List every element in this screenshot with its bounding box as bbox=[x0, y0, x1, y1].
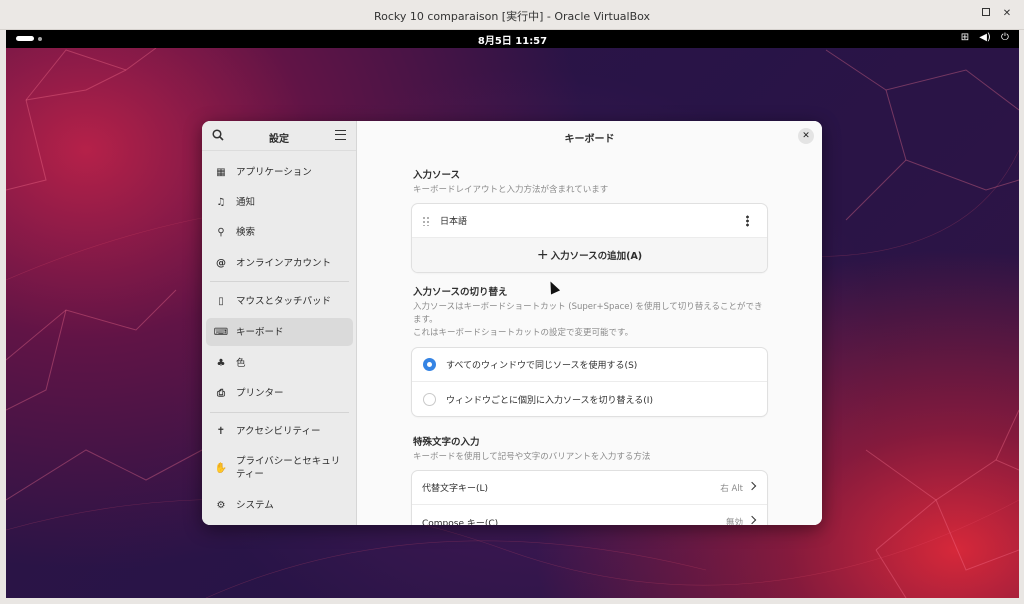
compose-key-row[interactable]: Compose キー(C) 無効 bbox=[412, 505, 767, 525]
switching-desc-2: これはキーボードショートカットの設定で変更可能です。 bbox=[413, 328, 634, 338]
sidebar-item-label: オンラインアカウント bbox=[236, 257, 332, 269]
more-options-icon[interactable] bbox=[746, 215, 749, 227]
sidebar-item-system[interactable]: ⚙ システム bbox=[206, 491, 353, 519]
radio-label: ウィンドウごとに個別に入力ソースを切り替える(I) bbox=[446, 395, 653, 406]
input-sources-desc: キーボードレイアウトと入力方法が含まれています bbox=[413, 185, 609, 195]
special-chars-title: 特殊文字の入力 bbox=[413, 437, 480, 448]
sidebar-item-search[interactable]: ⚲ 検索 bbox=[206, 218, 353, 246]
network-icon: ⊞ bbox=[960, 32, 970, 43]
sidebar-item-label: 色 bbox=[236, 357, 246, 369]
sidebar-item-label: マウスとタッチパッド bbox=[236, 295, 332, 307]
apps-grid-icon: ▦ bbox=[216, 166, 226, 178]
sidebar-item-label: プライバシーとセキュリティー bbox=[236, 456, 341, 480]
switching-title: 入力ソースの切り替え bbox=[413, 287, 508, 298]
search-icon: ⚲ bbox=[217, 226, 225, 238]
plus-icon: + bbox=[536, 247, 549, 263]
sidebar-item-printers[interactable]: ⎙ プリンター bbox=[206, 379, 353, 407]
guest-screen: 8月5日 11:57 ⊞ ◀) ⏻ 設定 ▦ アプリケーション ♫ 通知 ⚲ 検… bbox=[6, 30, 1019, 598]
sidebar-item-privacy[interactable]: ✋ プライバシーとセキュリティー bbox=[206, 451, 353, 485]
sidebar-item-label: システム bbox=[236, 499, 274, 511]
row-label: Compose キー(C) bbox=[422, 518, 499, 526]
settings-window: 設定 ▦ アプリケーション ♫ 通知 ⚲ 検索 @ オンラインアカウント ▯ マ… bbox=[202, 121, 822, 525]
maximize-button[interactable] bbox=[979, 7, 993, 21]
input-sources-list: 日本語 + 入力ソースの追加(A) bbox=[412, 204, 767, 272]
switching-options: すべてのウィンドウで同じソースを使用する(S) ウィンドウごとに個別に入力ソース… bbox=[412, 348, 767, 416]
mouse-icon: ▯ bbox=[218, 295, 224, 307]
color-icon: ♣ bbox=[216, 357, 226, 369]
sidebar-item-notifications[interactable]: ♫ 通知 bbox=[206, 188, 353, 216]
close-window-button[interactable]: ✕ bbox=[1000, 7, 1014, 21]
sidebar-item-color[interactable]: ♣ 色 bbox=[206, 349, 353, 377]
vbox-window-title: Rocky 10 comparaison [実行中] - Oracle Virt… bbox=[373, 10, 651, 23]
sidebar-item-accessibility[interactable]: ✝ アクセシビリティー bbox=[206, 417, 353, 445]
radio-button-selected[interactable] bbox=[423, 358, 436, 371]
chevron-right-icon bbox=[747, 515, 757, 525]
add-input-source-button[interactable]: + 入力ソースの追加(A) bbox=[412, 238, 767, 272]
alternate-chars-key-row[interactable]: 代替文字キー(L) 右 Alt bbox=[412, 471, 767, 505]
clock[interactable]: 8月5日 11:57 bbox=[6, 32, 1019, 47]
main-header: キーボード ✕ bbox=[357, 121, 822, 151]
at-icon: @ bbox=[216, 257, 226, 269]
radio-button[interactable] bbox=[423, 392, 436, 406]
chevron-right-icon bbox=[747, 481, 757, 491]
vbox-titlebar: Rocky 10 comparaison [実行中] - Oracle Virt… bbox=[0, 0, 1024, 30]
sidebar-item-keyboard[interactable]: ⌨ キーボード bbox=[206, 318, 353, 346]
close-button[interactable]: ✕ bbox=[798, 128, 814, 144]
volume-icon: ◀) bbox=[979, 32, 991, 43]
settings-sidebar: 設定 ▦ アプリケーション ♫ 通知 ⚲ 検索 @ オンラインアカウント ▯ マ… bbox=[202, 121, 357, 525]
sidebar-item-label: プリンター bbox=[236, 387, 284, 399]
sidebar-item-mouse[interactable]: ▯ マウスとタッチパッド bbox=[206, 287, 353, 315]
radio-same-source[interactable]: すべてのウィンドウで同じソースを使用する(S) bbox=[412, 348, 767, 382]
system-tray[interactable]: ⊞ ◀) ⏻ bbox=[959, 32, 1011, 43]
bell-icon: ♫ bbox=[216, 196, 226, 208]
sidebar-item-label: キーボード bbox=[236, 326, 284, 338]
settings-main-panel: キーボード ✕ 入力ソース キーボードレイアウトと入力方法が含まれています 日本… bbox=[357, 121, 822, 525]
add-input-source-label: 入力ソースの追加(A) bbox=[550, 251, 643, 262]
sidebar-item-label: 通知 bbox=[236, 196, 256, 208]
input-source-row[interactable]: 日本語 bbox=[412, 204, 767, 238]
row-value: 無効 bbox=[725, 518, 743, 525]
row-label: 代替文字キー(L) bbox=[422, 484, 489, 494]
gear-icon: ⚙ bbox=[216, 499, 226, 511]
keyboard-icon: ⌨ bbox=[213, 326, 229, 338]
sidebar-divider bbox=[210, 412, 349, 413]
hand-icon: ✋ bbox=[214, 462, 228, 474]
switching-desc: 入力ソースはキーボードショートカット (Super+Space) を使用して切り… bbox=[413, 302, 763, 325]
row-value: 右 Alt bbox=[720, 483, 743, 494]
sidebar-item-online-accounts[interactable]: @ オンラインアカウント bbox=[206, 249, 353, 277]
sidebar-item-apps[interactable]: ▦ アプリケーション bbox=[206, 158, 353, 186]
input-sources-title: 入力ソース bbox=[413, 170, 461, 181]
special-chars-list: 代替文字キー(L) 右 Alt Compose キー(C) 無効 bbox=[412, 471, 767, 525]
gnome-top-bar: 8月5日 11:57 ⊞ ◀) ⏻ bbox=[6, 30, 1019, 48]
sidebar-title: 設定 bbox=[269, 134, 289, 145]
page-title: キーボード bbox=[564, 134, 615, 145]
printer-icon: ⎙ bbox=[217, 387, 225, 399]
special-chars-desc: キーボードを使用して記号や文字のバリアントを入力する方法 bbox=[413, 452, 651, 462]
drag-handle-icon[interactable] bbox=[422, 215, 430, 226]
sidebar-divider bbox=[210, 281, 349, 282]
sidebar-header: 設定 bbox=[202, 121, 356, 151]
power-icon: ⏻ bbox=[1001, 32, 1009, 43]
menu-icon[interactable] bbox=[335, 130, 346, 140]
sidebar-item-label: アクセシビリティー bbox=[236, 425, 321, 437]
radio-per-window[interactable]: ウィンドウごとに個別に入力ソースを切り替える(I) bbox=[412, 382, 767, 416]
input-source-label: 日本語 bbox=[440, 217, 468, 227]
radio-label: すべてのウィンドウで同じソースを使用する(S) bbox=[446, 361, 638, 371]
accessibility-icon: ✝ bbox=[216, 425, 226, 437]
sidebar-item-label: アプリケーション bbox=[236, 166, 312, 178]
sidebar-item-label: 検索 bbox=[236, 226, 256, 238]
